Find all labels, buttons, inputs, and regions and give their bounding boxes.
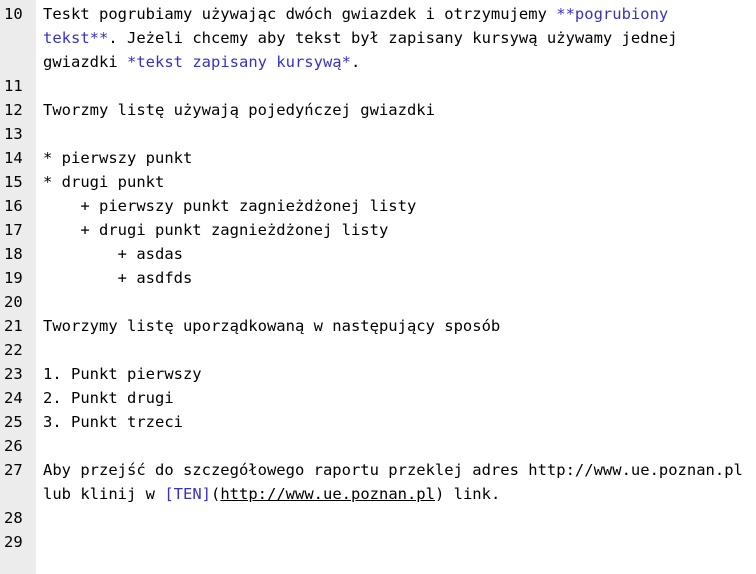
line-number: 23 [4,365,23,383]
line-number: 11 [4,77,23,95]
line-text[interactable] [43,338,743,362]
editor-line[interactable]: 21 Tworzymy listę uporządkowaną w następu… [0,314,756,338]
line-number: 17 [4,221,23,239]
line-text[interactable]: Teskt pogrubiamy używając dwóch gwiazdek… [43,2,743,74]
editor-line[interactable]: 18 + asdas [0,242,756,266]
line-text[interactable]: Aby przejść do szczegółowego raportu prz… [43,458,743,506]
line-text[interactable]: * drugi punkt [43,170,743,194]
editor-text-area[interactable]: 10 Teskt pogrubiamy używając dwóch gwiazd… [0,2,756,554]
line-text[interactable] [43,434,743,458]
text-span: . [350,53,361,71]
line-number: 10 [4,5,23,23]
line-number: 14 [4,149,23,167]
line-text[interactable]: + asdas [43,242,743,266]
editor-line[interactable]: 12 Tworzmy listę używają pojedyńczej gwia… [0,98,756,122]
line-number: 12 [4,101,23,119]
editor-line[interactable]: 20 [0,290,756,314]
editor-line[interactable]: 27 Aby przejść do szczegółowego raportu p… [0,458,756,506]
text-span: + drugi punkt zagnieżdżonej listy [43,221,389,239]
text-span: * drugi punkt [43,173,165,191]
line-number: 26 [4,437,23,455]
line-number: 15 [4,173,23,191]
editor-line[interactable]: 10 Teskt pogrubiamy używając dwóch gwiazd… [0,2,756,74]
editor-line[interactable]: 23 1. Punkt pierwszy [0,362,756,386]
text-span: 1. Punkt pierwszy [43,365,202,383]
markdown-italic-span: *tekst zapisany kursywą* [127,53,351,71]
line-text[interactable] [43,290,743,314]
line-text[interactable] [43,530,743,554]
line-text[interactable]: 1. Punkt pierwszy [43,362,743,386]
line-number: 19 [4,269,23,287]
line-text[interactable] [43,74,743,98]
line-number: 24 [4,389,23,407]
editor-line[interactable]: 26 [0,434,756,458]
line-text[interactable]: 3. Punkt trzeci [43,410,743,434]
line-text[interactable]: Tworzymy listę uporządkowaną w następują… [43,314,743,338]
text-span: * pierwszy punkt [43,149,193,167]
text-span: Tworzmy listę używają pojedyńczej gwiazd… [43,101,435,119]
editor-line[interactable]: 15 * drugi punkt [0,170,756,194]
text-span: + pierwszy punkt zagnieżdżonej listy [43,197,417,215]
line-number: 18 [4,245,23,263]
line-text[interactable]: Tworzmy listę używają pojedyńczej gwiazd… [43,98,743,122]
editor-line[interactable]: 25 3. Punkt trzeci [0,410,756,434]
markdown-link-text: [TEN] [164,485,211,503]
text-span: Teskt pogrubiamy używając dwóch gwiazdek… [43,5,557,23]
editor-line[interactable]: 28 [0,506,756,530]
editor-line[interactable]: 22 [0,338,756,362]
line-text[interactable]: + asdfds [43,266,743,290]
editor-line[interactable]: 17 + drugi punkt zagnieżdżonej listy [0,218,756,242]
line-number: 27 [4,461,23,479]
line-text[interactable]: * pierwszy punkt [43,146,743,170]
line-number: 21 [4,317,23,335]
text-span: + asdas [43,245,183,263]
editor-line[interactable]: 29 [0,530,756,554]
line-text[interactable]: + drugi punkt zagnieżdżonej listy [43,218,743,242]
line-text[interactable] [43,506,743,530]
line-text[interactable]: + pierwszy punkt zagnieżdżonej listy [43,194,743,218]
editor-line[interactable]: 24 2. Punkt drugi [0,386,756,410]
editor-line[interactable]: 13 [0,122,756,146]
editor-line[interactable]: 11 [0,74,756,98]
editor-line[interactable]: 14 * pierwszy punkt [0,146,756,170]
text-span: ) link. [434,485,501,503]
editor-line[interactable]: 19 + asdfds [0,266,756,290]
text-span: 2. Punkt drugi [43,389,174,407]
text-span: + asdfds [43,269,193,287]
line-text[interactable]: 2. Punkt drugi [43,386,743,410]
line-number: 20 [4,293,23,311]
line-number: 28 [4,509,23,527]
line-text[interactable] [43,122,743,146]
line-number: 16 [4,197,23,215]
line-number: 13 [4,125,23,143]
line-number: 22 [4,341,23,359]
line-number: 29 [4,533,23,551]
markdown-editor[interactable]: 10 Teskt pogrubiamy używając dwóch gwiazd… [0,0,756,574]
editor-line[interactable]: 16 + pierwszy punkt zagnieżdżonej listy [0,194,756,218]
text-span: ( [211,485,221,503]
text-span: 3. Punkt trzeci [43,413,183,431]
text-span: Tworzymy listę uporządkowaną w następują… [43,317,501,335]
markdown-link-url: http://www.ue.poznan.pl [220,485,435,503]
line-number: 25 [4,413,23,431]
